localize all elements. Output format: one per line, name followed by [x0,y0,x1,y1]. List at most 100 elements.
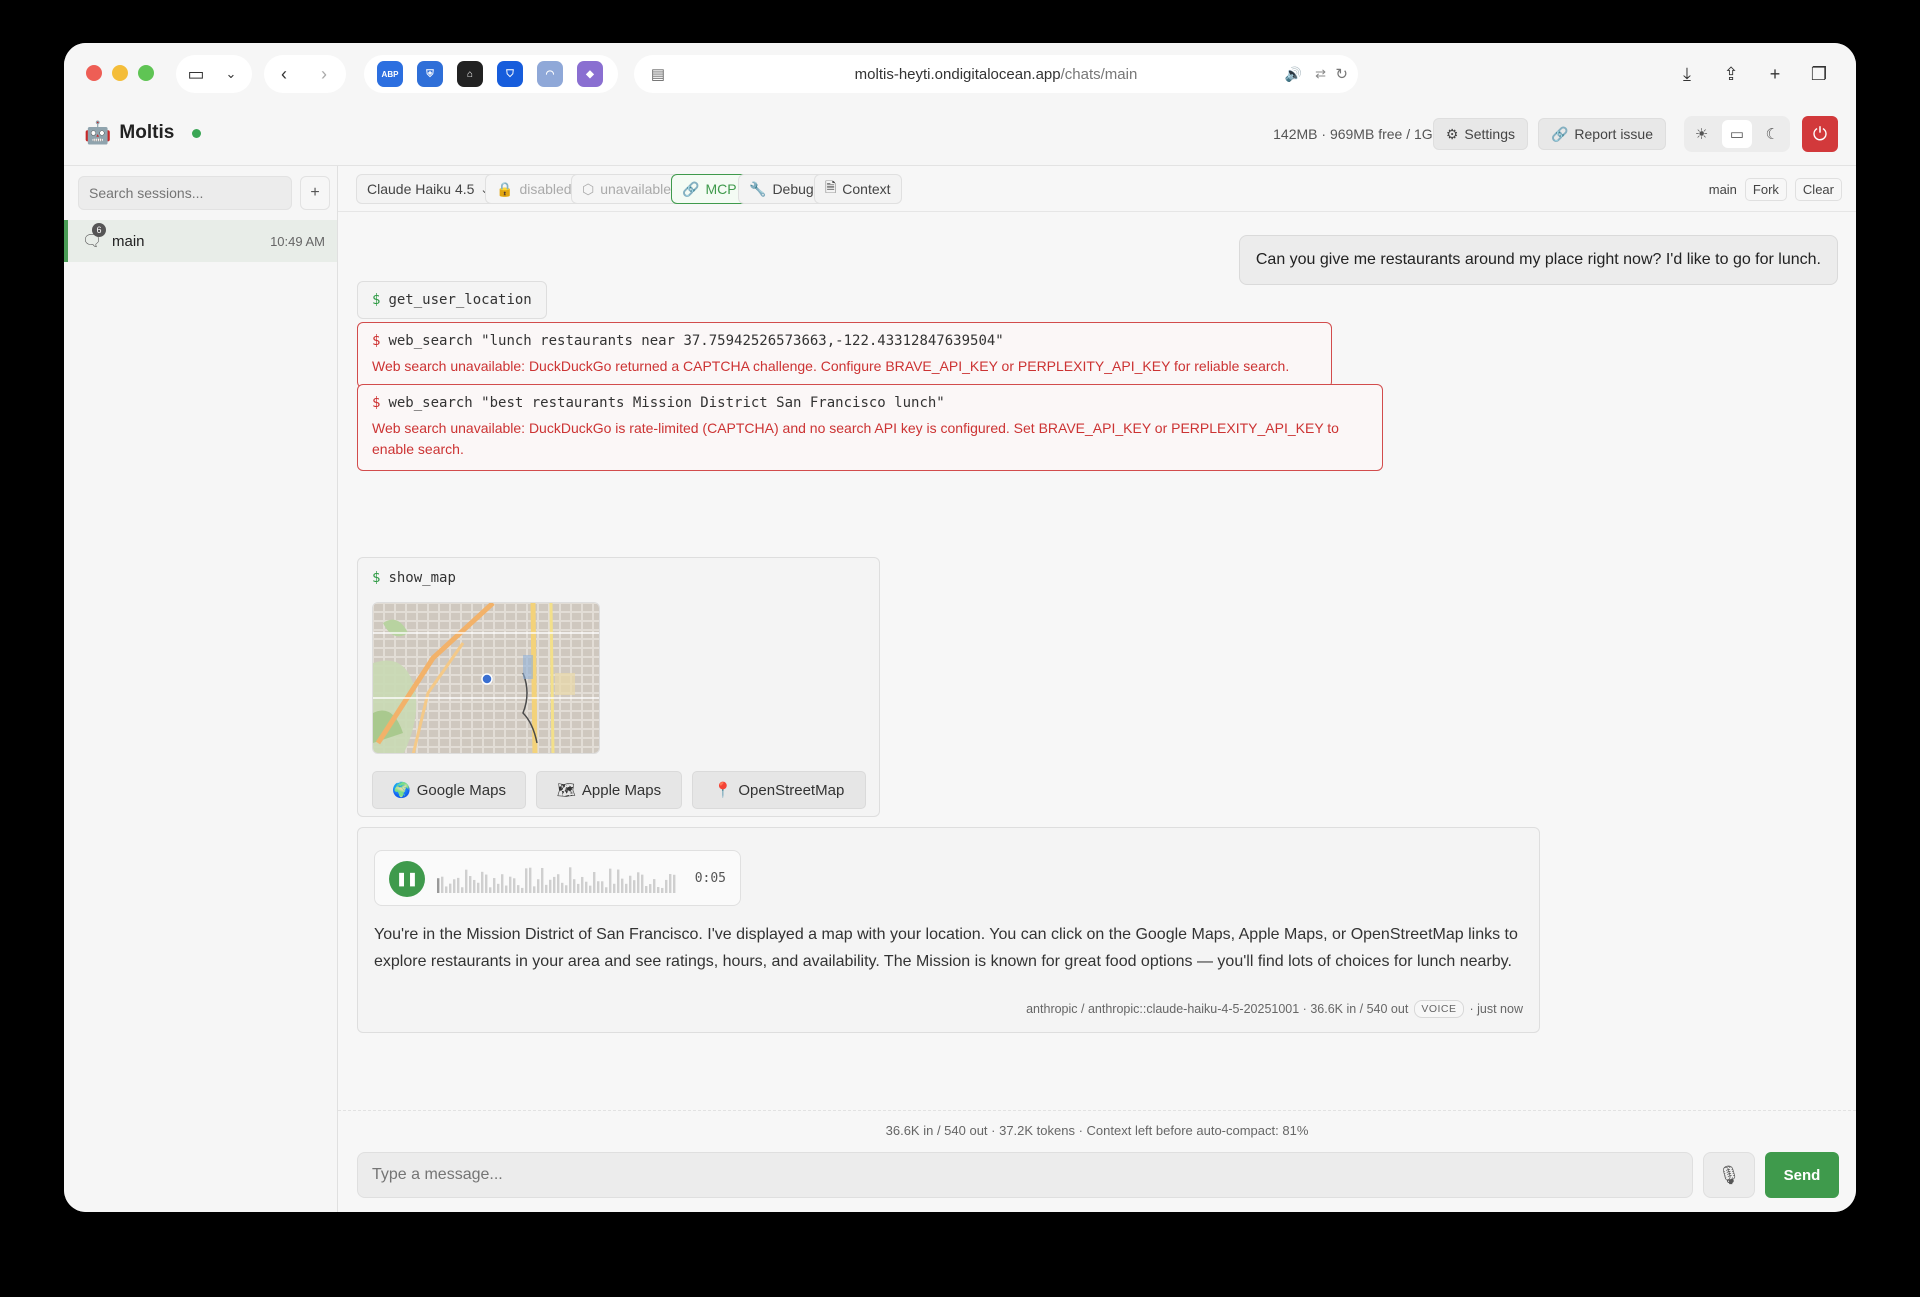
waveform-bar [493,878,496,893]
share-icon[interactable]: ⇪ [1712,55,1750,93]
lock-icon: 🔒 [496,180,514,197]
waveform-bar [549,879,552,893]
dark-theme-icon[interactable]: ☾ [1757,120,1787,148]
light-theme-icon[interactable]: ☀ [1687,120,1717,148]
model-select[interactable]: Claude Haiku 4.5 ⌄ [356,174,501,204]
response-text: You're in the Mission District of San Fr… [374,926,1518,970]
pause-button[interactable]: ❚❚ [389,861,425,897]
app-title: Moltis [119,122,175,143]
waveform-bar [653,879,656,893]
waveform-bar [585,881,588,893]
audio-duration: 0:05 [694,871,726,886]
waveform-bar [649,884,652,893]
forward-icon[interactable]: › [304,55,344,93]
map-thumbnail[interactable] [372,602,600,754]
tool-error-message: Web search unavailable: DuckDuckGo is ra… [372,420,1339,457]
address-bar[interactable]: ▤ moltis-heyti.ondigitalocean.app/chats/… [634,55,1358,93]
tool-command: web_search "best restaurants Mission Dis… [388,395,945,411]
house-icon[interactable]: ⌂ [457,61,483,87]
waveform-bar [473,879,476,893]
link-icon: 🔗 [1550,125,1569,142]
waveform-bar [605,887,608,893]
extensions-bar: ABP ⛨ ⌂ ⛉ ◠ ◆ [364,55,618,93]
crystal-icon[interactable]: ◆ [577,61,603,87]
waveform-bar [541,867,544,893]
power-button[interactable]: ⏻ [1802,116,1838,152]
prompt-symbol: $ [372,395,381,411]
mcp-button[interactable]: 🔗 MCP [671,174,748,204]
translate-icon[interactable]: ⇄ [1315,66,1326,82]
waveform-bar [453,879,456,893]
system-theme-icon[interactable]: ▭ [1721,120,1752,148]
waveform-bar [661,887,664,893]
waveform-bar [633,880,636,893]
report-issue-button[interactable]: 🔗 Report issue [1537,118,1666,150]
settings-button[interactable]: ⚙ Settings [1432,118,1528,150]
waveform-bar [509,876,512,893]
globe-icon: 🌍 [392,782,411,799]
waveform-bar [665,879,668,893]
image-button[interactable]: ⬡ unavailable [571,174,683,204]
rss-icon[interactable]: ◠ [537,61,563,87]
context-button[interactable]: 🗎 Context [814,174,902,204]
sidebar-toggle-group: ▭ ⌄ [176,55,252,93]
message-input[interactable] [357,1152,1693,1198]
sandbox-button[interactable]: 🔒 disabled [485,174,583,204]
apple-maps-label: Apple Maps [581,781,662,799]
user-message: Can you give me restaurants around my pl… [1238,235,1838,285]
reload-icon[interactable]: ↻ [1335,65,1348,83]
add-session-button[interactable]: + [300,176,330,210]
waveform-bar [561,882,564,893]
sidebar-toggle-icon[interactable]: ▭ [176,55,216,93]
openstreetmap-button[interactable]: 📍 OpenStreetMap [692,771,866,809]
audio-icon[interactable]: 🔊 [1285,66,1302,83]
waveform-bar [557,874,560,893]
chat-toolbar: Claude Haiku 4.5 ⌄ 🔒 disabled ⬡ unavaila… [338,166,1856,212]
link-icon: 🔗 [682,180,700,197]
tabs-overview-icon[interactable]: ❐ [1800,55,1838,93]
waveform-bar [597,881,600,893]
waveform-bar [673,874,676,893]
waveform-bar [469,876,472,893]
model-label: Claude Haiku 4.5 [367,181,475,197]
search-sessions-input[interactable] [78,176,292,210]
waveform-bar [489,887,492,893]
waveform-bar [669,874,672,893]
waveform-bar [521,887,524,893]
image-label: unavailable [600,181,672,197]
new-tab-icon[interactable]: + [1756,55,1794,93]
maximize-window-button[interactable] [138,65,154,81]
waveform-bar [601,881,604,893]
waveform-bar [613,883,616,893]
shield-icon[interactable]: ⛨ [417,61,443,87]
waveform-bar [437,878,440,893]
abp-icon[interactable]: ABP [377,61,403,87]
back-icon[interactable]: ‹ [264,55,304,93]
waveform-bar [625,883,628,893]
clear-button[interactable]: Clear [1794,178,1842,201]
download-icon[interactable]: ⤓ [1668,55,1706,93]
chevron-down-icon[interactable]: ⌄ [216,55,246,93]
waveform-bar [641,874,644,893]
fork-button[interactable]: Fork [1744,178,1787,201]
audio-waveform[interactable] [437,863,681,895]
prompt-symbol: $ [372,292,381,308]
waveform-bar [553,876,556,893]
session-name: main [112,232,145,250]
waveform-bar [485,874,488,893]
session-time: 10:49 AM [270,233,325,249]
google-maps-button[interactable]: 🌍 Google Maps [372,771,526,809]
debug-button[interactable]: 🔧 Debug [738,174,825,204]
session-item-main[interactable]: 🗨 6 main 10:49 AM [64,220,337,262]
minimize-window-button[interactable] [112,65,128,81]
close-window-button[interactable] [86,65,102,81]
microphone-button[interactable]: 🎙 [1703,1152,1755,1198]
send-button[interactable]: Send [1765,1152,1839,1198]
bitwarden-icon[interactable]: ⛉ [497,61,523,87]
openstreetmap-label: OpenStreetMap [738,781,845,799]
waveform-bar [533,886,536,893]
chat-main: Claude Haiku 4.5 ⌄ 🔒 disabled ⬡ unavaila… [338,166,1856,1212]
tool-error-message: Web search unavailable: DuckDuckGo retur… [372,358,1290,374]
waveform-bar [545,884,548,893]
apple-maps-button[interactable]: 🗺 Apple Maps [536,771,682,809]
